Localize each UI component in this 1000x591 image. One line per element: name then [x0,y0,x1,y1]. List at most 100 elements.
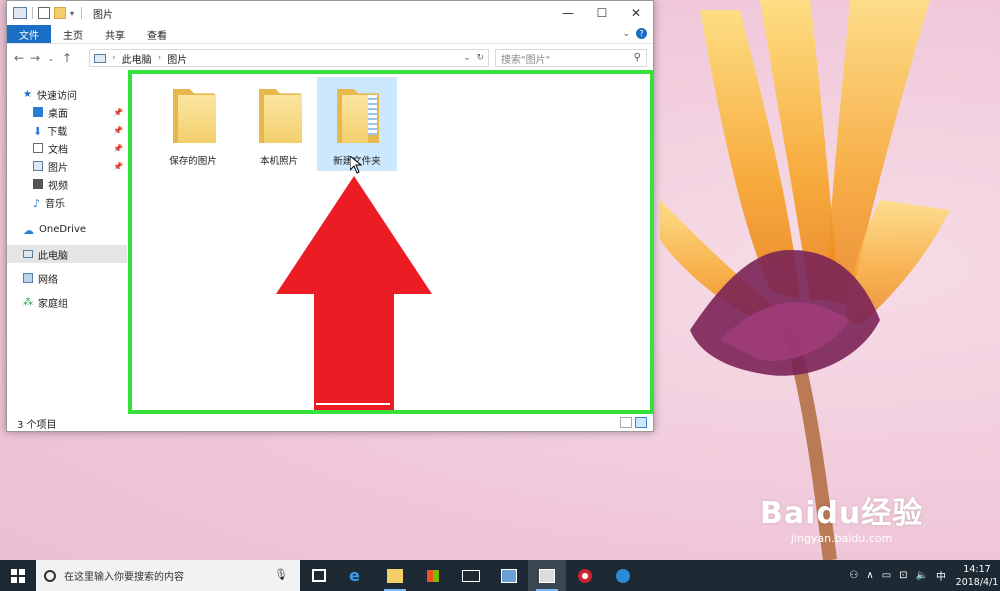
app-button-4[interactable] [604,560,642,591]
minimize-button[interactable]: — [551,1,585,25]
chevron-right-icon[interactable]: › [158,53,162,63]
store-button[interactable] [414,560,452,591]
pin-icon[interactable]: 📌 [113,162,123,171]
nav-label: 下载 [47,126,68,138]
tab-file[interactable]: 文件 [7,25,51,43]
baidu-watermark: Baidu经验 jingyan.baidu.com [760,488,923,545]
app-icon [501,568,517,583]
ribbon-right-controls: ⌄ ? [622,28,647,39]
nav-downloads[interactable]: ⬇ 下载 📌 [7,121,127,139]
folder-icon [259,89,302,143]
mouse-cursor-icon [350,156,362,174]
expand-ribbon-icon[interactable]: ⌄ [622,29,630,39]
taskbar-search-input[interactable]: 在这里输入你要搜索的内容 [64,568,184,583]
edge-browser-button[interactable]: e [338,560,376,591]
large-icons-view-icon[interactable] [635,417,647,428]
taskbar: 在这里输入你要搜索的内容 🎙 e ⚇ ∧ ▭ ⊡ 🔈 中 14:17 2018/… [0,560,1000,591]
nav-this-pc[interactable]: 此电脑 [7,245,127,263]
nav-label: 网络 [38,274,58,286]
ime-indicator[interactable]: 中 [936,568,946,583]
taskbar-search[interactable]: 在这里输入你要搜索的内容 🎙 [36,560,300,591]
star-icon: ★ [23,89,32,100]
tab-home[interactable]: 主页 [53,25,93,43]
folder-label: 保存的图片 [169,156,217,167]
microphone-icon[interactable]: 🎙 [274,568,288,581]
file-explorer-button[interactable] [376,560,414,591]
folder-icon [173,89,216,143]
nav-pictures[interactable]: 图片 📌 [7,157,127,175]
task-view-button[interactable] [300,560,338,591]
annotation-up-arrow [276,176,432,410]
tab-view[interactable]: 查看 [137,25,177,43]
nav-network[interactable]: 网络 [7,269,127,287]
ribbon-tabs: 文件 主页 共享 查看 ⌄ ? [7,25,653,44]
view-buttons [617,417,647,428]
title-bar[interactable]: ▾ 图片 — ☐ ✕ [7,1,653,25]
properties-icon[interactable] [38,7,50,19]
pin-icon[interactable]: 📌 [113,144,123,153]
nav-desktop[interactable]: 桌面 📌 [7,103,127,121]
app-icon [578,568,592,583]
nav-music[interactable]: ♪ 音乐 [7,193,127,211]
windows-logo-icon [11,568,25,583]
people-icon[interactable]: ⚇ [849,570,858,581]
quick-access-dropdown-icon[interactable]: ▾ [70,9,74,18]
homegroup-icon: ⁂ [23,297,33,308]
search-input[interactable]: 搜索"图片" [501,51,550,66]
network-tray-icon[interactable]: ⊡ [899,570,907,581]
close-button[interactable]: ✕ [619,1,653,25]
volume-icon[interactable]: 🔈 [916,570,928,581]
address-bar[interactable]: › 此电脑 › 图片 ⌄ ↻ [89,49,489,67]
video-icon [33,179,43,189]
show-hidden-icons-icon[interactable]: ∧ [866,570,873,581]
mail-button[interactable] [452,560,490,591]
tab-share[interactable]: 共享 [95,25,135,43]
window-controls: — ☐ ✕ [551,1,653,25]
battery-icon[interactable]: ▭ [882,570,891,581]
app-button-3[interactable] [566,560,604,591]
status-bar: 3 个项目 [7,415,653,431]
nav-onedrive[interactable]: ☁ OneDrive [7,220,127,238]
refresh-icon[interactable]: ⌄ ↻ [463,53,484,63]
up-arrow-icon[interactable]: ↑ [59,51,75,65]
mail-icon [462,569,480,582]
folder-saved-pictures[interactable]: 保存的图片 [153,77,233,171]
chevron-right-icon[interactable]: › [112,53,116,63]
nav-videos[interactable]: 视频 [7,175,127,193]
pictures-icon [33,161,43,171]
folder-camera-roll[interactable]: 本机照片 [239,77,319,171]
store-icon [427,569,439,582]
maximize-button[interactable]: ☐ [585,1,619,25]
forward-arrow-icon[interactable]: → [27,51,43,65]
nav-label: 图片 [48,162,68,174]
folder-icon [387,568,403,583]
app-icon [616,568,630,583]
help-icon[interactable]: ? [636,28,647,39]
nav-quick-access[interactable]: ★ 快速访问 [7,85,127,103]
app-button-2[interactable] [528,560,566,591]
nav-documents[interactable]: 文档 📌 [7,139,127,157]
app-button-1[interactable] [490,560,528,591]
back-arrow-icon[interactable]: ← [11,51,27,65]
details-view-icon[interactable] [620,417,632,428]
new-folder-icon[interactable] [54,7,66,19]
explorer-app-icon [13,7,27,19]
recent-locations-icon[interactable]: ⌄ [43,54,59,63]
start-button[interactable] [0,560,36,591]
folder-icon [337,89,379,143]
nav-homegroup[interactable]: ⁂ 家庭组 [7,293,127,311]
this-pc-icon [94,53,106,63]
item-count: 3 个项目 [17,419,57,431]
navigation-pane: ★ 快速访问 桌面 📌 ⬇ 下载 📌 文档 📌 图片 📌 视频 ♪ 音乐 ☁ O… [7,73,127,413]
pin-icon[interactable]: 📌 [113,126,123,135]
system-tray: ⚇ ∧ ▭ ⊡ 🔈 中 14:17 2018/4/1 [849,560,1000,591]
breadcrumb-this-pc[interactable]: 此电脑 [122,51,152,66]
title-separator [32,7,33,19]
breadcrumb-pictures[interactable]: 图片 [167,51,187,66]
clock[interactable]: 14:17 2018/4/1 [954,563,1000,589]
search-box[interactable]: 搜索"图片" ⚲ [495,49,647,67]
watermark-brand: Baidu经验 [760,496,924,531]
cortana-icon [44,569,56,582]
pin-icon[interactable]: 📌 [113,108,123,117]
watermark-url: jingyan.baidu.com [790,532,893,545]
